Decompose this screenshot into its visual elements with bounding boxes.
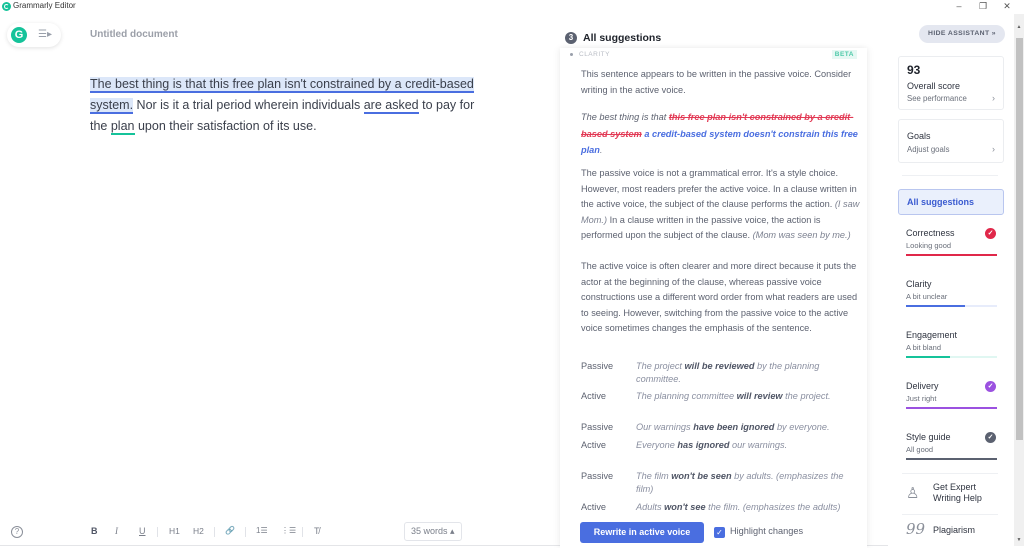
category-progress-fill bbox=[906, 407, 997, 409]
link-icon[interactable]: 🔗 bbox=[225, 526, 235, 535]
overall-score-value: 93 bbox=[907, 63, 921, 77]
divider bbox=[245, 527, 246, 537]
title-bar: Grammarly Editor – ❐ ✕ bbox=[0, 0, 1024, 14]
expert-writing-help-label: Get Expert Writing Help bbox=[933, 482, 982, 503]
goals-card[interactable]: Goals Adjust goals › bbox=[898, 119, 1004, 163]
goals-label: Goals bbox=[907, 131, 931, 141]
category-engagement[interactable]: Engagement A bit bland bbox=[898, 330, 998, 370]
all-suggestions-tab[interactable]: All suggestions bbox=[898, 189, 1004, 215]
beta-badge: BETA bbox=[831, 50, 857, 59]
heading1-button[interactable]: H1 bbox=[169, 526, 180, 536]
category-progress-track bbox=[906, 305, 997, 307]
category-status: Looking good bbox=[906, 241, 952, 250]
explanation-paragraph-1: The passive voice is not a grammatical e… bbox=[581, 168, 860, 240]
category-progress-fill bbox=[906, 254, 997, 256]
bold-button[interactable]: B bbox=[91, 526, 98, 536]
category-progress-track bbox=[906, 407, 997, 409]
grammarly-logo-icon[interactable]: G bbox=[11, 27, 27, 43]
divider bbox=[902, 514, 998, 515]
overall-score-label: Overall score bbox=[907, 81, 961, 91]
check-circle-icon: ✓ bbox=[985, 432, 996, 443]
scrollbar-thumb[interactable] bbox=[1016, 38, 1023, 440]
scroll-down-arrow-icon[interactable]: ▼ bbox=[1015, 536, 1023, 544]
ordered-list-icon[interactable]: 1☰ bbox=[256, 526, 268, 535]
category-correctness[interactable]: Correctness Looking good ✓ bbox=[898, 228, 998, 268]
rewrite-active-voice-button[interactable]: Rewrite in active voice bbox=[580, 522, 704, 543]
category-name: Correctness bbox=[906, 228, 955, 238]
divider bbox=[302, 527, 303, 537]
divider bbox=[157, 527, 158, 537]
chevron-right-icon: › bbox=[992, 144, 995, 154]
category-progress-fill bbox=[906, 356, 950, 358]
plagiarism-label: Plagiarism bbox=[933, 525, 976, 535]
category-progress-track bbox=[906, 254, 997, 256]
highlight-changes-checkbox[interactable]: ✓ bbox=[714, 527, 725, 538]
heading2-button[interactable]: H2 bbox=[193, 526, 204, 536]
suggestions-title: All suggestions bbox=[583, 32, 662, 44]
suggestion-intro: This sentence appears to be written in t… bbox=[581, 69, 852, 95]
word-count-button[interactable]: 35 words ▴ bbox=[404, 522, 462, 541]
chevron-right-icon: › bbox=[992, 93, 995, 103]
category-status: A bit unclear bbox=[906, 292, 948, 301]
check-circle-icon: ✓ bbox=[985, 228, 996, 239]
explanation-paragraph-2: The active voice is often clearer and mo… bbox=[581, 261, 858, 333]
assistant-sidebar: HIDE ASSISTANT » 93 Overall score See pe… bbox=[888, 14, 1014, 546]
category-clarity[interactable]: Clarity A bit unclear bbox=[898, 279, 998, 319]
category-name: Style guide bbox=[906, 432, 951, 442]
scroll-up-arrow-icon[interactable]: ▲ bbox=[1015, 23, 1023, 31]
underlined-suggestion[interactable]: are asked bbox=[363, 98, 419, 114]
close-button[interactable]: ✕ bbox=[996, 0, 1018, 14]
quote-icon: 99 bbox=[906, 520, 926, 538]
maximize-button[interactable]: ❐ bbox=[972, 0, 994, 14]
italic-button[interactable]: I bbox=[115, 526, 118, 536]
category-name: Clarity bbox=[906, 279, 932, 289]
body-text: Nor is it a trial period wherein individ… bbox=[133, 98, 364, 112]
person-check-icon: ♙ bbox=[906, 485, 920, 502]
highlight-changes-label[interactable]: Highlight changes bbox=[730, 526, 803, 536]
category-progress-track bbox=[906, 356, 997, 358]
suggestion-card[interactable]: CLARITY BETA This sentence appears to be… bbox=[560, 48, 867, 548]
divider bbox=[214, 527, 215, 537]
underlined-suggestion-engagement[interactable]: plan bbox=[110, 119, 135, 135]
underline-button[interactable]: U bbox=[139, 526, 146, 536]
category-status: Just right bbox=[906, 394, 937, 403]
menu-icon[interactable]: ☰▸ bbox=[38, 29, 56, 41]
suggestion-rewrite[interactable]: The best thing is that this free plan is… bbox=[581, 109, 861, 159]
see-performance-link[interactable]: See performance bbox=[907, 94, 967, 103]
minimize-button[interactable]: – bbox=[948, 0, 970, 14]
card-category: CLARITY bbox=[570, 51, 610, 58]
adjust-goals-link[interactable]: Adjust goals bbox=[907, 145, 949, 154]
clear-format-icon[interactable]: T̸ bbox=[314, 526, 320, 536]
category-progress-track bbox=[906, 458, 997, 460]
plagiarism-button[interactable]: 99 Plagiarism bbox=[906, 520, 1002, 542]
document-title[interactable]: Untitled document bbox=[90, 29, 178, 40]
divider bbox=[902, 175, 998, 176]
document-body[interactable]: The best thing is that this free plan is… bbox=[90, 74, 490, 137]
hide-assistant-button[interactable]: HIDE ASSISTANT » bbox=[919, 25, 1005, 43]
grammarly-app-icon bbox=[2, 2, 11, 11]
help-icon[interactable]: ? bbox=[11, 526, 23, 538]
category-status: A bit bland bbox=[906, 343, 942, 352]
format-toolbar: ? B I U H1 H2 🔗 1☰ ⋮☰ T̸ 35 words ▴ bbox=[0, 518, 548, 546]
category-progress-fill bbox=[906, 458, 997, 460]
check-circle-icon: ✓ bbox=[985, 381, 996, 392]
body-text: upon their satisfaction of its use. bbox=[134, 119, 317, 133]
scrollbar[interactable]: ▲ ▼ bbox=[1014, 14, 1024, 546]
category-name: Delivery bbox=[906, 381, 939, 391]
window-title: Grammarly Editor bbox=[13, 1, 76, 10]
expert-writing-help-button[interactable]: ♙ Get Expert Writing Help bbox=[906, 480, 1002, 510]
category-dot bbox=[570, 52, 573, 56]
category-name: Engagement bbox=[906, 330, 958, 340]
category-delivery[interactable]: Delivery Just right ✓ bbox=[898, 381, 998, 421]
app-menu-pill[interactable]: G ☰▸ bbox=[7, 23, 61, 47]
overall-score-card[interactable]: 93 Overall score See performance › bbox=[898, 56, 1004, 110]
divider bbox=[902, 473, 998, 474]
category-progress-fill bbox=[906, 305, 966, 307]
category-status: All good bbox=[906, 445, 934, 454]
unordered-list-icon[interactable]: ⋮☰ bbox=[281, 526, 296, 535]
bottom-divider bbox=[0, 545, 1024, 546]
category-style-guide[interactable]: Style guide All good ✓ bbox=[898, 432, 998, 472]
suggestions-count-badge: 3 bbox=[565, 32, 577, 44]
